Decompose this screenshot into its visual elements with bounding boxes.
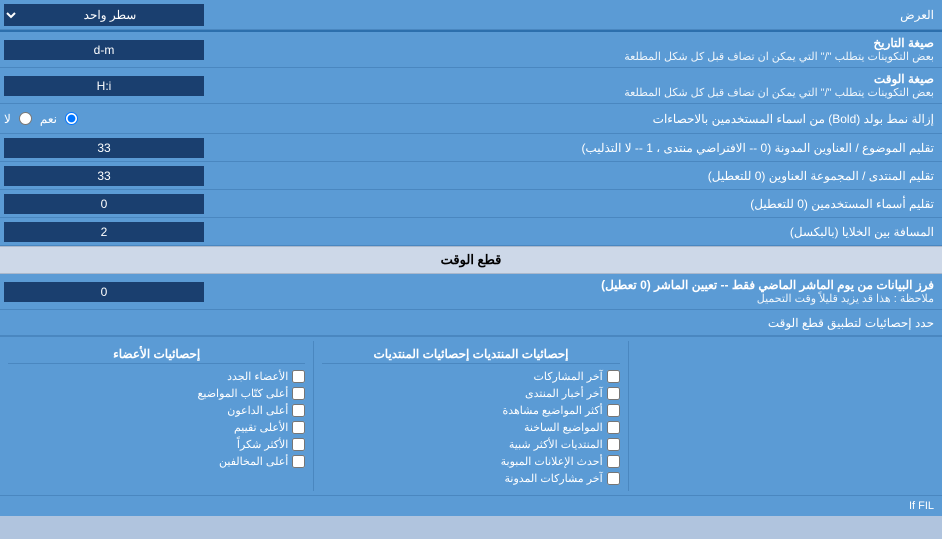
forum-trim-input[interactable]	[4, 166, 204, 186]
checkbox-members-6[interactable]	[292, 455, 305, 468]
forum-trim-title: تقليم المنتدى / المجموعة العناوين (0 للت…	[708, 169, 934, 183]
checkbox-members-3[interactable]	[292, 404, 305, 417]
cutoff-sub-label: ملاحظة : هذا قد يزيد قليلاً وقت التحميل	[288, 292, 934, 305]
checkbox-forums-7[interactable]	[607, 472, 620, 485]
topic-trim-input[interactable]	[4, 138, 204, 158]
stats-apply-text: حدد إحصائيات لتطبيق قطع الوقت	[768, 316, 934, 330]
checkbox-members-2[interactable]	[292, 387, 305, 400]
time-format-label: صيغة الوقت بعض التكوينات يتطلب "/" التي …	[280, 68, 942, 103]
time-format-sublabel: بعض التكوينات يتطلب "/" التي يمكن ان تضا…	[288, 86, 934, 99]
cell-spacing-input[interactable]	[4, 222, 204, 242]
checkbox-members-item-2: أعلى كتّاب المواضيع	[8, 385, 305, 402]
checkboxes-container: إحصائيات المنتديات إحصائيات المنتديات آخ…	[0, 336, 942, 495]
checkbox-members-5[interactable]	[292, 438, 305, 451]
checkbox-members-4[interactable]	[292, 421, 305, 434]
date-format-input[interactable]	[4, 40, 204, 60]
checkbox-members-1[interactable]	[292, 370, 305, 383]
checkbox-forums-item-2: آخر أخبار المنتدى	[322, 385, 619, 402]
stats-apply-input-area	[0, 321, 280, 325]
stats-empty-col	[629, 341, 942, 491]
checkbox-members-label-2: أعلى كتّاب المواضيع	[198, 387, 289, 400]
checkbox-members-item-4: الأعلى تقييم	[8, 419, 305, 436]
topic-trim-input-container	[0, 136, 280, 160]
checkbox-members-item-1: الأعضاء الجدد	[8, 368, 305, 385]
checkbox-forums-item-3: أكثر المواضيع مشاهدة	[322, 402, 619, 419]
checkbox-forums-item-6: أحدث الإعلانات المبوبة	[322, 453, 619, 470]
forum-trim-input-container	[0, 164, 280, 188]
cell-spacing-input-container	[0, 220, 280, 244]
checkbox-members-item-5: الأكثر شكراً	[8, 436, 305, 453]
topic-trim-label: تقليم الموضوع / العناوين المدونة (0 -- ا…	[280, 137, 942, 159]
bold-remove-label: إزالة نمط بولد (Bold) من اسماء المستخدمي…	[280, 108, 942, 130]
cutoff-title: قطع الوقت	[441, 252, 502, 267]
username-trim-input[interactable]	[4, 194, 204, 214]
checkbox-members-label-6: أعلى المخالفين	[219, 455, 288, 468]
date-format-sublabel: بعض التكوينات يتطلب "/" التي يمكن ان تضا…	[288, 50, 934, 63]
checkbox-forums-label-4: المواضيع الساخنة	[524, 421, 603, 434]
bold-remove-title: إزالة نمط بولد (Bold) من اسماء المستخدمي…	[653, 112, 934, 126]
checkbox-forums-5[interactable]	[607, 438, 620, 451]
section-title: العرض	[280, 4, 942, 26]
username-trim-title: تقليم أسماء المستخدمين (0 للتعطيل)	[750, 197, 934, 211]
checkbox-forums-item-5: المنتديات الأكثر شبية	[322, 436, 619, 453]
bold-remove-radio-container: نعم لا	[0, 110, 280, 128]
cell-spacing-label: المسافة بين الخلايا (بالبكسل)	[280, 221, 942, 243]
date-format-label: صيغة التاريخ بعض التكوينات يتطلب "/" الت…	[280, 32, 942, 67]
checkbox-forums-4[interactable]	[607, 421, 620, 434]
checkbox-forums-1[interactable]	[607, 370, 620, 383]
checkbox-forums-label-7: آخر مشاركات المدونة	[505, 472, 603, 485]
checkbox-members-item-6: أعلى المخالفين	[8, 453, 305, 470]
checkbox-members-item-3: أعلى الداعون	[8, 402, 305, 419]
checkbox-members-label-3: أعلى الداعون	[227, 404, 288, 417]
cutoff-input[interactable]	[4, 282, 204, 302]
checkbox-forums-item-7: آخر مشاركات المدونة	[322, 470, 619, 487]
username-trim-label: تقليم أسماء المستخدمين (0 للتعطيل)	[280, 193, 942, 215]
cutoff-main-label: فرز البيانات من يوم الماشر الماضي فقط --…	[288, 278, 934, 292]
forum-trim-label: تقليم المنتدى / المجموعة العناوين (0 للت…	[280, 165, 942, 187]
forums-stats-header: إحصائيات المنتديات إحصائيات المنتديات	[322, 345, 619, 364]
checkbox-forums-2[interactable]	[607, 387, 620, 400]
checkbox-forums-3[interactable]	[607, 404, 620, 417]
checkbox-forums-label-3: أكثر المواضيع مشاهدة	[502, 404, 602, 417]
checkbox-members-label-1: الأعضاء الجدد	[227, 370, 288, 383]
checkbox-forums-label-6: أحدث الإعلانات المبوبة	[501, 455, 603, 468]
stats-apply-label: حدد إحصائيات لتطبيق قطع الوقت	[280, 312, 942, 334]
cutoff-section-header: قطع الوقت	[0, 246, 942, 274]
bold-remove-radio-group: نعم لا	[4, 112, 78, 126]
checkbox-forums-item-4: المواضيع الساخنة	[322, 419, 619, 436]
bold-yes-radio[interactable]	[65, 112, 78, 125]
single-line-container: سطر واحد	[0, 2, 280, 28]
date-format-input-container	[0, 38, 280, 62]
checkbox-forums-label-5: المنتديات الأكثر شبية	[509, 438, 603, 451]
forums-stats-title: إحصائيات المنتديات	[473, 347, 569, 361]
username-trim-input-container	[0, 192, 280, 216]
members-stats-col: إحصائيات الأعضاء الأعضاء الجدد أعلى كتّا…	[0, 341, 314, 491]
bold-yes-label: نعم	[40, 112, 57, 126]
checkbox-members-label-4: الأعلى تقييم	[234, 421, 288, 434]
bold-no-label: لا	[4, 112, 11, 126]
bottom-note: If FIL	[0, 495, 942, 516]
bold-no-radio[interactable]	[19, 112, 32, 125]
checkbox-forums-6[interactable]	[607, 455, 620, 468]
time-format-title: صيغة الوقت	[288, 72, 934, 86]
date-format-title: صيغة التاريخ	[288, 36, 934, 50]
page-title: العرض	[900, 8, 934, 22]
cutoff-row-label: فرز البيانات من يوم الماشر الماضي فقط --…	[280, 274, 942, 309]
single-line-select[interactable]: سطر واحد	[4, 4, 204, 26]
checkbox-forums-label-2: آخر أخبار المنتدى	[525, 387, 603, 400]
cell-spacing-title: المسافة بين الخلايا (بالبكسل)	[790, 225, 934, 239]
checkbox-members-label-5: الأكثر شكراً	[237, 438, 288, 451]
bottom-note-text: If FIL	[909, 500, 934, 512]
topic-trim-title: تقليم الموضوع / العناوين المدونة (0 -- ا…	[581, 141, 934, 155]
members-stats-header: إحصائيات الأعضاء	[8, 345, 305, 364]
checkbox-forums-item-1: آخر المشاركات	[322, 368, 619, 385]
time-format-input[interactable]	[4, 76, 204, 96]
forums-stats-col: إحصائيات المنتديات إحصائيات المنتديات آخ…	[314, 341, 628, 491]
cutoff-input-container	[0, 280, 280, 304]
checkbox-forums-label-1: آخر المشاركات	[534, 370, 603, 383]
time-format-input-container	[0, 74, 280, 98]
